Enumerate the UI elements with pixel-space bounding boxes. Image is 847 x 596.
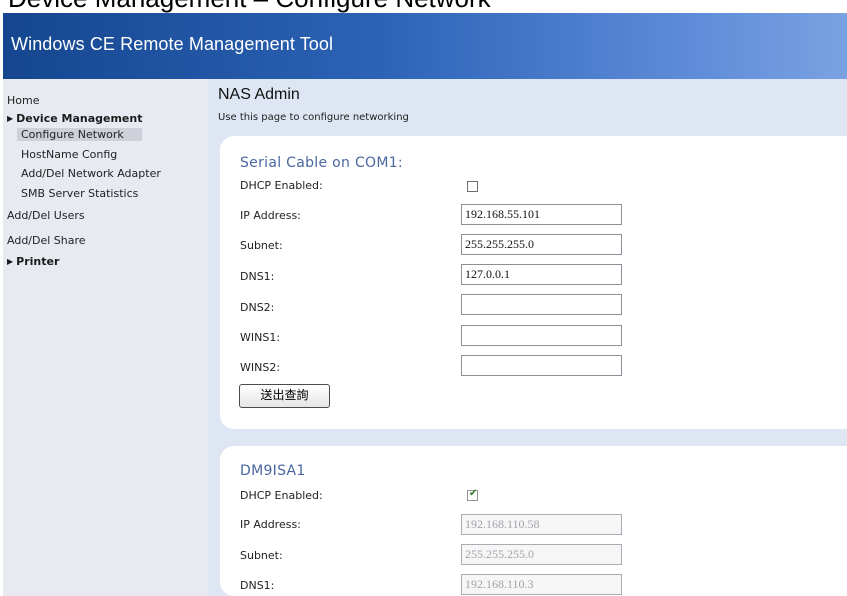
subnet-input[interactable]: 255.255.255.0 [461, 234, 622, 255]
dns1-label: DNS1: [240, 270, 275, 283]
ip-address-input: 192.168.110.58 [461, 514, 622, 535]
nav-add-del-network-adapter[interactable]: Add/Del Network Adapter [21, 167, 161, 180]
nav-add-del-share-label: Add/Del Share [7, 234, 86, 247]
adapter-panel-dm9isa1: DM9ISA1 DHCP Enabled: ✔ IP Address: 192.… [220, 446, 847, 596]
ip-address-label: IP Address: [240, 209, 301, 222]
main-content: NAS Admin Use this page to configure net… [208, 79, 847, 596]
nav-smb-server-statistics-label: SMB Server Statistics [21, 187, 139, 200]
adapter-panel-com1: Serial Cable on COM1: DHCP Enabled: IP A… [220, 136, 847, 429]
nav-home[interactable]: Home [7, 94, 39, 107]
dhcp-checkbox[interactable]: ✔ [467, 488, 478, 501]
wins1-label: WINS1: [240, 331, 281, 344]
nav-add-del-users-label: Add/Del Users [7, 209, 85, 222]
subnet-label: Subnet: [240, 239, 283, 252]
dns1-input: 192.168.110.3 [461, 574, 622, 595]
wins1-input[interactable] [461, 325, 622, 346]
ip-address-input[interactable]: 192.168.55.101 [461, 204, 622, 225]
dhcp-label: DHCP Enabled: [240, 489, 323, 502]
dns1-input[interactable]: 127.0.0.1 [461, 264, 622, 285]
submit-button[interactable]: 送出查詢 [239, 384, 330, 408]
app-banner: Windows CE Remote Management Tool [3, 13, 847, 79]
nav-printer-label: Printer [16, 255, 60, 268]
nav-add-del-users[interactable]: Add/Del Users [7, 209, 85, 222]
page-description: Use this page to configure networking [218, 112, 409, 123]
adapter-title: Serial Cable on COM1: [240, 155, 403, 171]
sidebar: Home ▶ Device Management Configure Networ… [3, 79, 208, 596]
nav-add-del-network-adapter-label: Add/Del Network Adapter [21, 167, 161, 180]
nav-add-del-share[interactable]: Add/Del Share [7, 234, 86, 247]
wins2-input[interactable] [461, 355, 622, 376]
dns2-label: DNS2: [240, 301, 275, 314]
subnet-input: 255.255.255.0 [461, 544, 622, 565]
nav-hostname-config[interactable]: HostName Config [21, 148, 117, 161]
expand-arrow-icon: ▶ [7, 114, 14, 123]
nav-smb-server-statistics[interactable]: SMB Server Statistics [21, 187, 138, 200]
app-title: Windows CE Remote Management Tool [11, 34, 334, 54]
nav-device-management[interactable]: ▶ Device Management [7, 112, 142, 125]
dhcp-label: DHCP Enabled: [240, 179, 323, 192]
dns1-label: DNS1: [240, 579, 275, 592]
wins2-label: WINS2: [240, 361, 281, 374]
nav-printer[interactable]: ▶ Printer [7, 255, 59, 268]
nav-home-label: Home [7, 94, 40, 107]
nav-device-management-label: Device Management [16, 112, 143, 125]
dhcp-checkbox[interactable] [467, 181, 478, 192]
nav-hostname-config-label: HostName Config [21, 148, 118, 161]
slide-title: Device Management – Configure Network [8, 0, 491, 12]
nav-configure-network[interactable]: Configure Network [17, 128, 142, 141]
ip-address-label: IP Address: [240, 518, 301, 531]
page-title: NAS Admin [218, 86, 300, 103]
checkmark-icon: ✔ [469, 488, 478, 499]
dns2-input[interactable] [461, 294, 622, 315]
expand-arrow-icon: ▶ [7, 257, 14, 266]
adapter-title: DM9ISA1 [240, 463, 306, 479]
subnet-label: Subnet: [240, 549, 283, 562]
nav-configure-network-label: Configure Network [21, 128, 124, 141]
